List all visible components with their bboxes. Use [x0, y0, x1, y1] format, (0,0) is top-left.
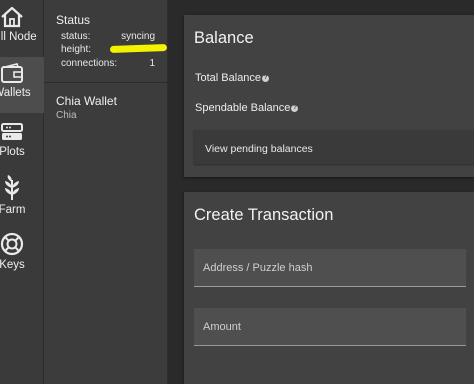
- total-balance-text: Total Balance: [195, 72, 262, 84]
- wallet-subtitle: Chia: [56, 110, 77, 121]
- help-icon[interactable]: ?: [262, 74, 270, 82]
- hard-drive-icon: [1, 123, 23, 140]
- nav-item-label: Farm: [0, 204, 26, 216]
- balance-title: Balance: [194, 29, 254, 47]
- address-input[interactable]: Address / Puzzle hash: [194, 249, 466, 287]
- nav-item-wallets[interactable]: Wallets: [0, 57, 44, 113]
- nav-item-label: Keys: [0, 259, 25, 271]
- status-label: status:: [61, 31, 91, 42]
- amount-placeholder: Amount: [203, 321, 241, 333]
- nav-item-label: Plots: [0, 146, 25, 158]
- amount-input[interactable]: Amount: [194, 308, 466, 346]
- balance-card: Balance Total Balance ? Spendable Balanc…: [184, 15, 474, 177]
- nav-item-label: Wallets: [0, 87, 31, 99]
- nav-item-plots[interactable]: Plots: [0, 115, 44, 171]
- wallet-icon: [1, 63, 23, 83]
- create-transaction-title: Create Transaction: [194, 206, 334, 224]
- sidebar-divider: [44, 82, 168, 83]
- help-icon[interactable]: ?: [291, 104, 299, 112]
- lifebuoy-icon: [0, 232, 24, 256]
- connections-value: 1: [149, 58, 155, 69]
- connections-label: connections:: [61, 58, 118, 69]
- view-pending-balances-label: View pending balances: [205, 143, 313, 155]
- nav-rail: Full Node Wallets Plots: [0, 0, 44, 384]
- plant-icon: [5, 175, 19, 200]
- height-label: height:: [61, 44, 92, 55]
- nav-item-keys[interactable]: Keys: [0, 229, 44, 285]
- total-balance-label: Total Balance ?: [195, 72, 270, 84]
- view-pending-balances-button[interactable]: View pending balances: [194, 130, 474, 164]
- create-transaction-card: Create Transaction Address / Puzzle hash…: [184, 192, 474, 384]
- status-title: Status: [56, 13, 91, 27]
- nav-item-full-node[interactable]: Full Node: [0, 0, 44, 56]
- status-value: syncing: [121, 31, 155, 42]
- nav-item-farm[interactable]: Farm: [0, 172, 44, 228]
- wallet-name: Chia Wallet: [56, 94, 117, 108]
- spendable-balance-text: Spendable Balance: [195, 102, 291, 114]
- home-icon: [1, 6, 23, 28]
- wallet-sidebar: Status status: syncing height: connectio…: [44, 0, 168, 384]
- spendable-balance-label: Spendable Balance ?: [195, 102, 299, 114]
- address-placeholder: Address / Puzzle hash: [203, 262, 313, 274]
- nav-item-label: Full Node: [0, 31, 37, 43]
